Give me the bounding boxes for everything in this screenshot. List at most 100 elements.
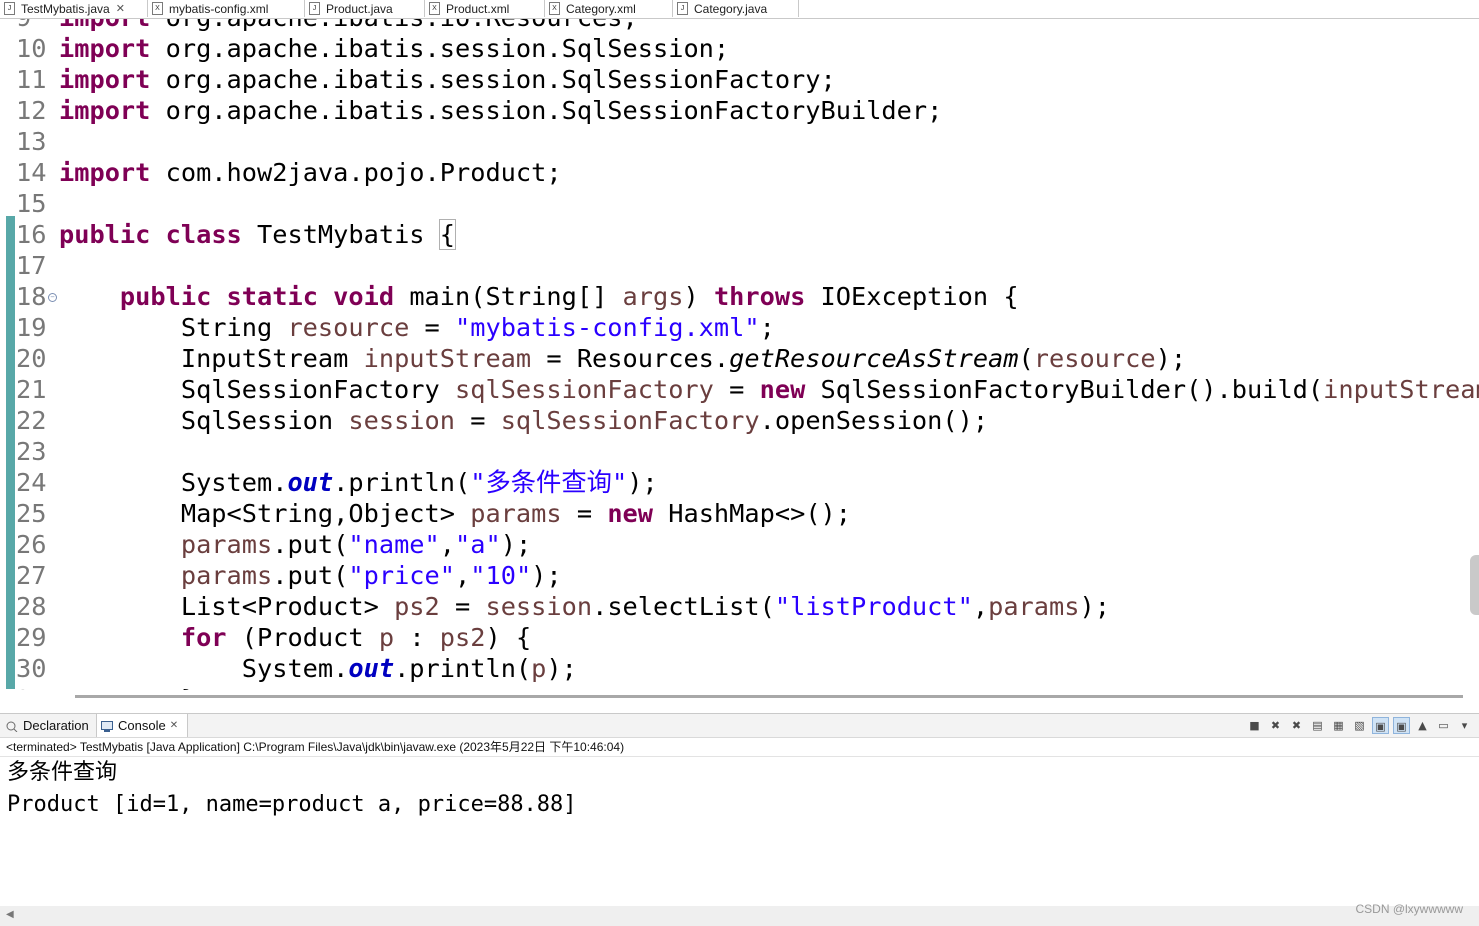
- editor-tab[interactable]: X Product.xml: [425, 0, 545, 17]
- watermark: CSDN @lxywwwww: [1355, 902, 1463, 916]
- editor-tab[interactable]: J TestMybatis.java ✕: [0, 0, 148, 17]
- code-line: 22 SqlSession session = sqlSessionFactor…: [0, 405, 1479, 436]
- remove-all-launches-icon[interactable]: ✖: [1288, 717, 1305, 734]
- remove-launch-icon[interactable]: ✖: [1267, 717, 1284, 734]
- views-tab-bar: ■ ✖ ✖ ▤ ▦ ▧ ▣ ▣ ▲ ▭ ▾ Declaration Console ✕: [0, 713, 1479, 738]
- code-token: import: [59, 19, 150, 32]
- code-token: org.apache.ibatis.io.Resources;: [150, 19, 638, 32]
- word-wrap-icon[interactable]: ▧: [1351, 717, 1368, 734]
- code-token: "多条件查询": [470, 468, 628, 497]
- view-tab-console[interactable]: Console ✕: [96, 714, 188, 737]
- code-token: .println(: [394, 654, 532, 683]
- declaration-icon: [6, 720, 18, 733]
- editor-tab[interactable]: Xmybatis-config.xml: [148, 0, 305, 17]
- code-token: List<Product>: [59, 592, 395, 621]
- code-line: 19 String resource = "mybatis-config.xml…: [0, 312, 1479, 343]
- close-icon[interactable]: ✕: [116, 2, 125, 15]
- console-icon: [101, 720, 113, 732]
- code-line: 27 params.put("price","10");: [0, 560, 1479, 591]
- editor-tab-label: Product.xml: [446, 1, 510, 16]
- console-output[interactable]: 多条件查询 Product [id=1, name=product a, pri…: [0, 756, 1479, 907]
- code-token: InputStream: [59, 344, 364, 373]
- line-number: 21: [16, 375, 47, 404]
- code-line: 20 InputStream inputStream = Resources.g…: [0, 343, 1479, 374]
- code-text: params.put("name","a");: [59, 529, 531, 560]
- scroll-left-icon[interactable]: ◀: [6, 909, 14, 920]
- code-token: sqlSessionFactory: [454, 375, 714, 404]
- code-token: resource: [1033, 344, 1156, 373]
- clear-console-icon[interactable]: ▤: [1309, 717, 1326, 734]
- code-text: SqlSession session = sqlSessionFactory.o…: [59, 405, 988, 436]
- editor-tab-label: Product.java: [326, 1, 393, 16]
- code-text: import org.apache.ibatis.session.SqlSess…: [59, 33, 729, 64]
- code-token: Map<String,Object>: [59, 499, 471, 528]
- code-token: p: [531, 654, 547, 683]
- code-line: 9import org.apache.ibatis.io.Resources;: [0, 19, 1479, 33]
- code-token: session: [348, 406, 455, 435]
- code-line: 29 for (Product p : ps2) {: [0, 622, 1479, 653]
- console-status-line: <terminated> TestMybatis [Java Applicati…: [6, 740, 625, 754]
- code-token: class: [165, 220, 242, 249]
- line-number: 30: [16, 654, 47, 683]
- editor-tab-label: mybatis-config.xml: [169, 1, 269, 16]
- pin-console-icon[interactable]: ▲: [1414, 717, 1431, 734]
- editor-horizontal-scrollbar[interactable]: [0, 690, 1479, 706]
- console-horizontal-scrollbar[interactable]: ◀: [0, 906, 1479, 926]
- line-number: 26: [16, 530, 47, 559]
- close-icon[interactable]: ✕: [170, 720, 178, 731]
- code-line: 28 List<Product> ps2 = session.selectLis…: [0, 591, 1479, 622]
- xml-file-icon: X: [152, 2, 163, 15]
- code-token: );: [627, 468, 658, 497]
- code-token: "a": [455, 530, 501, 559]
- view-tab-declaration[interactable]: Declaration: [2, 714, 96, 737]
- code-token: ,: [439, 530, 456, 559]
- code-token: String: [59, 313, 288, 342]
- code-line: 23: [0, 436, 1479, 467]
- terminate-icon[interactable]: ■: [1246, 717, 1263, 734]
- code-token: .selectList(: [592, 592, 775, 621]
- code-token: .openSession();: [759, 406, 989, 435]
- code-token: static: [226, 282, 318, 311]
- line-number: 14: [16, 158, 47, 187]
- editor-tab[interactable]: J Category.java: [673, 0, 799, 17]
- display-console-icon[interactable]: ▭: [1435, 717, 1452, 734]
- code-token: );: [1079, 592, 1110, 621]
- fold-toggle-icon[interactable]: −: [48, 293, 57, 302]
- editor-vertical-scrollbar[interactable]: [1470, 555, 1479, 615]
- editor-tab[interactable]: J Product.java: [305, 0, 425, 17]
- code-token: "mybatis-config.xml": [455, 313, 760, 342]
- code-text: System.out.println(p);: [59, 653, 577, 684]
- code-token: ps2: [394, 592, 440, 621]
- editor-tab[interactable]: X Category.xml: [545, 0, 673, 17]
- code-token: org.apache.ibatis.session.SqlSessionFact…: [150, 96, 943, 125]
- code-token: out: [348, 654, 395, 683]
- code-token: ) {: [485, 623, 532, 652]
- code-line: 10 import org.apache.ibatis.session.SqlSe…: [0, 33, 1479, 64]
- console-line: Product [id=1, name=product a, price=88.…: [7, 792, 577, 817]
- code-token: );: [546, 654, 577, 683]
- editor-scroll-thumb[interactable]: [75, 695, 1463, 698]
- view-tab-label: Declaration: [23, 718, 89, 733]
- scroll-lock-icon[interactable]: ▦: [1330, 717, 1347, 734]
- code-text: for (Product p : ps2) {: [59, 622, 531, 653]
- code-editor[interactable]: 9import org.apache.ibatis.io.Resources;1…: [0, 19, 1479, 690]
- code-token: "price": [348, 561, 456, 590]
- code-text: List<Product> ps2 = session.selectList("…: [59, 591, 1110, 622]
- code-token: org.apache.ibatis.session.SqlSessionFact…: [150, 65, 836, 94]
- line-number: 25: [16, 499, 47, 528]
- view-menu-icon[interactable]: ▾: [1456, 717, 1473, 734]
- line-number: 23: [16, 437, 47, 466]
- code-token: :: [394, 623, 440, 652]
- show-on-stdout-icon[interactable]: ▣: [1372, 717, 1389, 734]
- code-token: ;: [759, 313, 775, 342]
- code-token: inputStream: [1323, 375, 1479, 404]
- show-on-stderr-icon[interactable]: ▣: [1393, 717, 1410, 734]
- code-token: = Resources.: [531, 344, 730, 373]
- code-token: import: [59, 158, 151, 187]
- code-line: 21 SqlSessionFactory sqlSessionFactory =…: [0, 374, 1479, 405]
- line-number: 29: [16, 623, 47, 652]
